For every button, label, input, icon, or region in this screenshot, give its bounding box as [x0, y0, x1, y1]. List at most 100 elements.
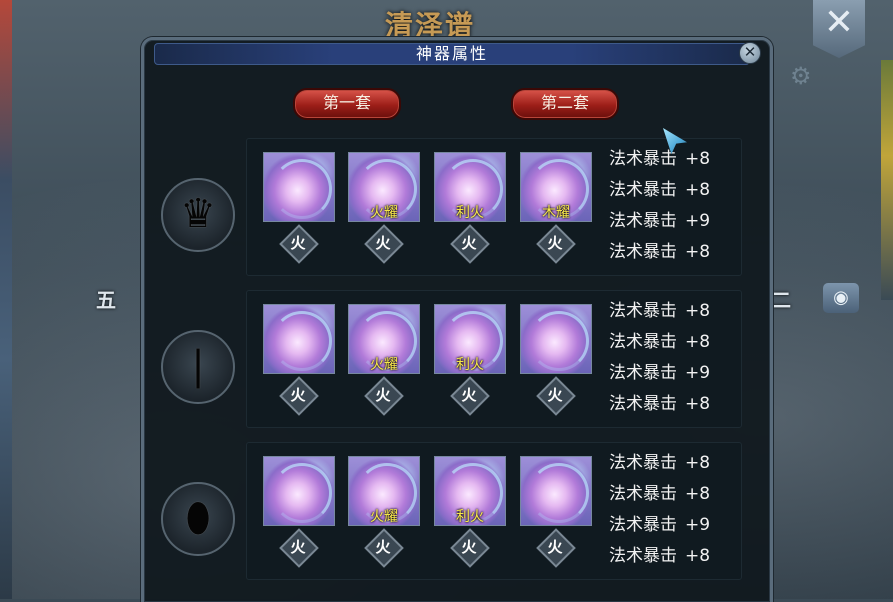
gem-slot[interactable]: 利火	[434, 152, 506, 222]
stat-name: 法术暴击	[609, 484, 677, 504]
dialog-title-bar: 神器属性	[154, 43, 750, 65]
weapon-silhouette-icon[interactable]: ❘	[161, 330, 235, 404]
gem-label: 木耀	[542, 205, 570, 221]
element-label: 火	[547, 386, 563, 404]
stat-name: 法术暴击	[609, 515, 677, 535]
element-label: 火	[290, 386, 306, 404]
gem-slot[interactable]: 利火	[434, 304, 506, 374]
stat-value: +8	[685, 301, 711, 321]
set-one-button[interactable]: 第一套	[293, 88, 401, 120]
element-badge: 火	[450, 224, 490, 264]
stat-value: +9	[685, 515, 711, 535]
stat-value: +8	[685, 180, 711, 200]
stat-value: +8	[685, 546, 711, 566]
artifact-row: ❘ 火 火耀火 利火火 火 法术暴击 +8 法术暴击 +8 法术暴击 +9 法术暴击 +8	[144, 290, 770, 428]
element-badge: 火	[536, 528, 576, 568]
stat-name: 法术暴击	[609, 180, 677, 200]
stat-value: +8	[685, 149, 711, 169]
stat-value: +9	[685, 211, 711, 231]
stat-line: 法术暴击 +8	[609, 479, 749, 509]
stat-line: 法术暴击 +8	[609, 237, 749, 267]
gem-slot[interactable]: 火耀	[348, 152, 420, 222]
left-side-panel	[0, 0, 12, 599]
element-badge: 火	[279, 376, 319, 416]
gem-label: 利火	[456, 205, 484, 221]
weapon-silhouette-icon[interactable]: ⬮	[161, 482, 235, 556]
element-label: 火	[461, 538, 477, 556]
gem-label: 利火	[456, 357, 484, 373]
stat-value: +9	[685, 363, 711, 383]
gem-label: 利火	[456, 509, 484, 525]
gem-slot[interactable]	[263, 456, 335, 526]
element-label: 火	[375, 234, 391, 252]
element-badge: 火	[279, 224, 319, 264]
gem-swirl-icon	[529, 311, 589, 371]
close-icon[interactable]: ✕	[739, 42, 761, 64]
element-badge: 火	[364, 528, 404, 568]
gem-slot[interactable]: 火耀	[348, 304, 420, 374]
stat-name: 法术暴击	[609, 242, 677, 262]
stat-name: 法术暴击	[609, 546, 677, 566]
stat-name: 法术暴击	[609, 363, 677, 383]
stat-name: 法术暴击	[609, 211, 677, 231]
stat-value: +8	[685, 332, 711, 352]
gem-swirl-icon	[529, 463, 589, 523]
gem-label: 火耀	[370, 205, 398, 221]
stat-name: 法术暴击	[609, 149, 677, 169]
gem-label: 火耀	[370, 509, 398, 525]
stat-value: +8	[685, 242, 711, 262]
element-label: 火	[375, 386, 391, 404]
element-badge: 火	[536, 376, 576, 416]
stat-name: 法术暴击	[609, 332, 677, 352]
set-two-button[interactable]: 第二套	[511, 88, 619, 120]
stat-line: 法术暴击 +8	[609, 541, 749, 571]
stat-line: 法术暴击 +9	[609, 206, 749, 236]
stat-line: 法术暴击 +8	[609, 144, 749, 174]
stat-line: 法术暴击 +8	[609, 389, 749, 419]
stat-value: +8	[685, 484, 711, 504]
gem-label: 火耀	[370, 357, 398, 373]
gem-slot[interactable]: 利火	[434, 456, 506, 526]
element-badge: 火	[450, 376, 490, 416]
right-side-panel	[881, 60, 893, 300]
artifact-row: ⬮ 火 火耀火 利火火 火 法术暴击 +8 法术暴击 +8 法术暴击 +9 法术暴击 +8	[144, 442, 770, 580]
background-left-label: 五	[96, 288, 116, 312]
stat-line: 法术暴击 +9	[609, 358, 749, 388]
dialog-title: 神器属性	[415, 44, 488, 63]
eye-icon[interactable]: ◉	[823, 283, 859, 313]
stat-line: 法术暴击 +8	[609, 296, 749, 326]
element-label: 火	[290, 234, 306, 252]
stat-line: 法术暴击 +8	[609, 448, 749, 478]
stat-value: +8	[685, 394, 711, 414]
gem-slot[interactable]: 木耀	[520, 152, 592, 222]
stat-line: 法术暴击 +8	[609, 175, 749, 205]
artifact-row: ♛ 火 火耀火 利火火 木耀火 法术暴击 +8 法术暴击 +8 法术暴击 +9 法术暴击 +8	[144, 138, 770, 276]
element-label: 火	[547, 234, 563, 252]
stat-line: 法术暴击 +9	[609, 510, 749, 540]
background-right-label: 二	[771, 288, 791, 312]
element-badge: 火	[364, 224, 404, 264]
stat-name: 法术暴击	[609, 301, 677, 321]
gem-swirl-icon	[272, 159, 332, 219]
artifact-attributes-dialog: 神器属性 ✕ 第一套 第二套 ♛ 火火耀火利火火木耀火法术暴击 +8 法术暴击 +8 法术…	[141, 37, 773, 602]
stat-line: 法术暴击 +8	[609, 327, 749, 357]
element-label: 火	[461, 386, 477, 404]
element-badge: 火	[364, 376, 404, 416]
gem-slot[interactable]	[520, 304, 592, 374]
weapon-silhouette-icon[interactable]: ♛	[161, 178, 235, 252]
gem-swirl-icon	[272, 463, 332, 523]
stat-name: 法术暴击	[609, 453, 677, 473]
gem-swirl-icon	[272, 311, 332, 371]
gem-slot[interactable]	[263, 304, 335, 374]
gem-slot[interactable]: 火耀	[348, 456, 420, 526]
element-label: 火	[547, 538, 563, 556]
gem-slot[interactable]	[263, 152, 335, 222]
element-badge: 火	[279, 528, 319, 568]
stat-value: +8	[685, 453, 711, 473]
element-label: 火	[375, 538, 391, 556]
stat-name: 法术暴击	[609, 394, 677, 414]
element-badge: 火	[450, 528, 490, 568]
gear-icon: ⚙	[790, 62, 812, 90]
gem-slot[interactable]	[520, 456, 592, 526]
element-label: 火	[290, 538, 306, 556]
